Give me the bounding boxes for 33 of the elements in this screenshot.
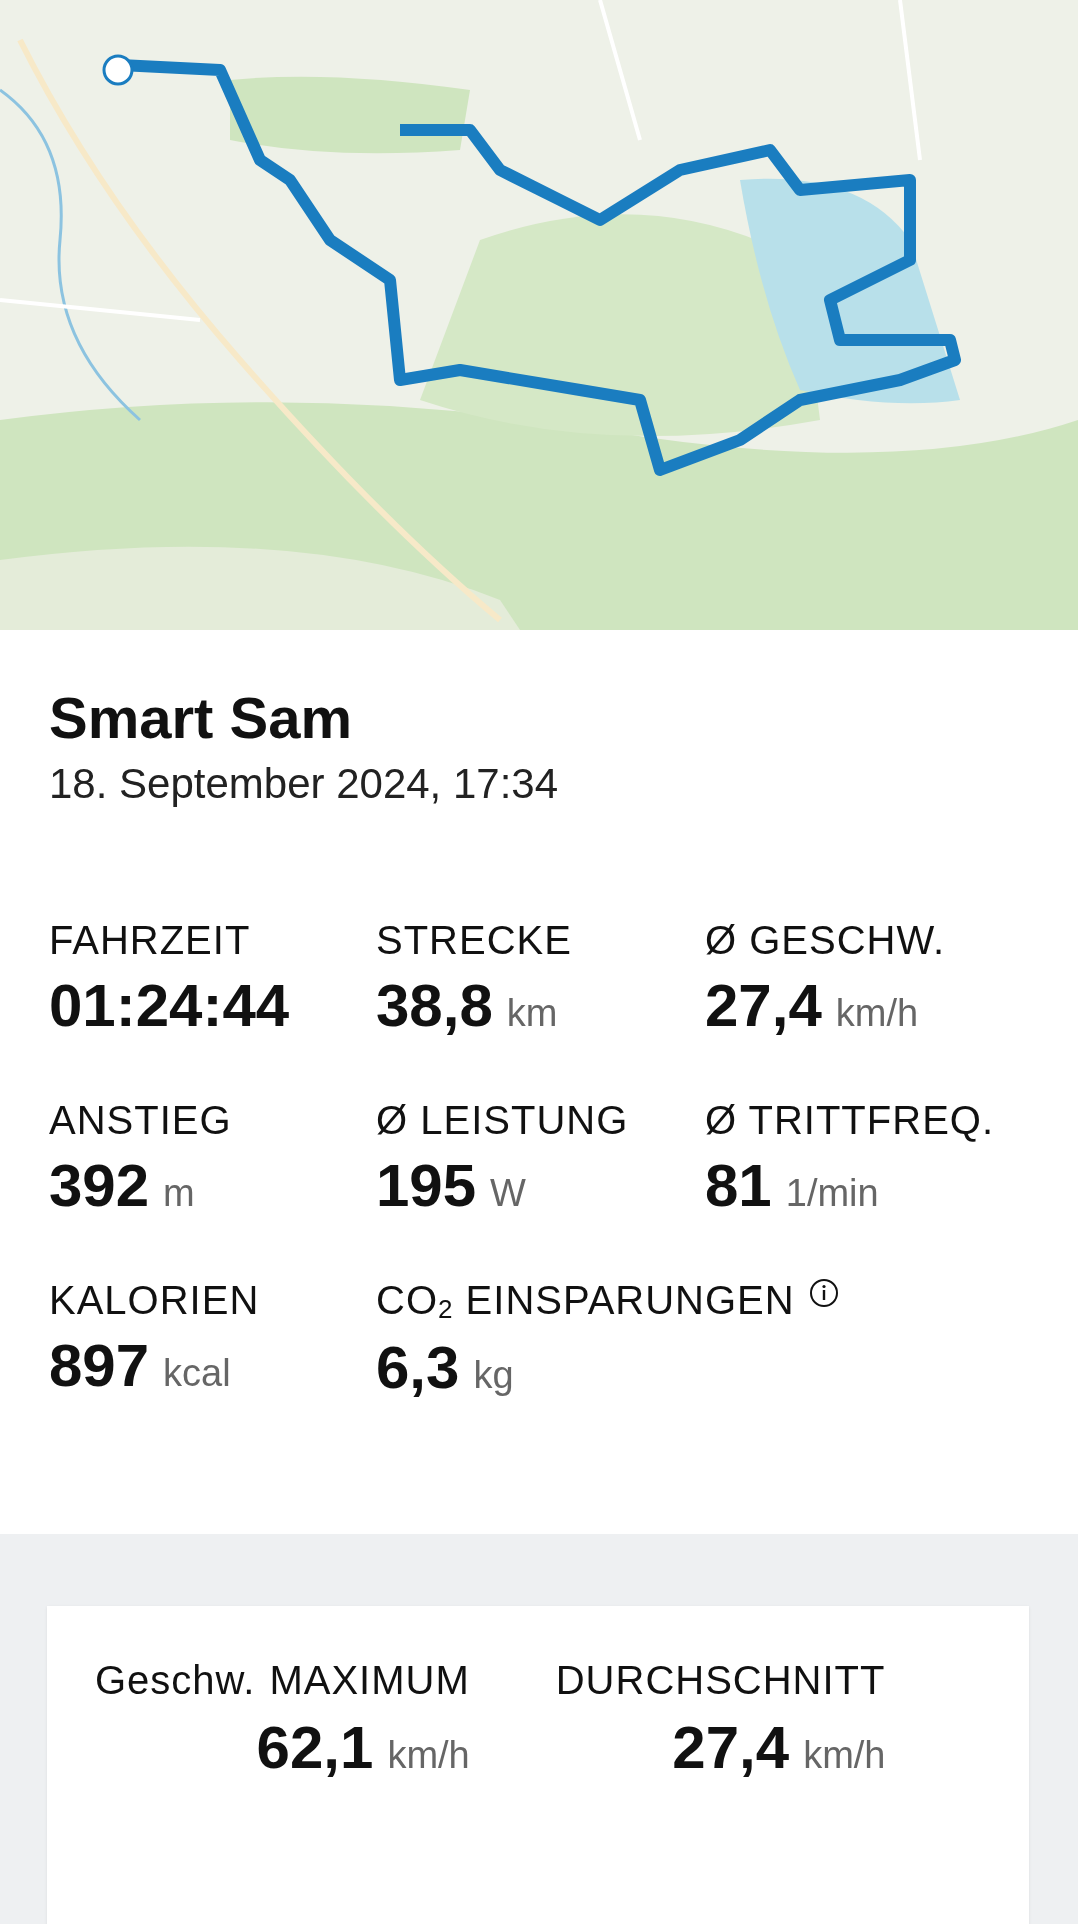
speed-value: 62,1 (256, 1713, 374, 1782)
stat-label: Ø TRITTFREQ. (705, 1097, 995, 1143)
speed-label: DURCHSCHNITT (555, 1658, 886, 1703)
stat-value: 392 (49, 1150, 150, 1220)
stat-label: CO$_{2}$ EINSPARUNGEN (376, 1277, 795, 1325)
stat-value: 01:24:44 (49, 970, 290, 1040)
stat-value: 195 (376, 1150, 477, 1220)
stat-unit: m (163, 1171, 195, 1215)
ride-date: 18. September 2024, 17:34 (49, 759, 560, 808)
stat-label: Ø GESCHW. (705, 917, 946, 963)
stat-label: Ø LEISTUNG (376, 1097, 629, 1143)
stat-unit: W (490, 1171, 526, 1215)
info-icon[interactable] (808, 1277, 839, 1308)
stat-label: STRECKE (376, 917, 572, 963)
stat-unit: km/h (835, 991, 919, 1035)
stat-label: ANSTIEG (49, 1097, 232, 1143)
stat-unit: kcal (163, 1351, 231, 1395)
card-title: Geschw. (95, 1658, 256, 1703)
stat-label: FAHRZEIT (49, 917, 251, 963)
ride-title: Smart Sam (49, 686, 354, 750)
stat-value: 897 (49, 1330, 150, 1400)
stat-unit: km (506, 991, 558, 1035)
speed-unit: km/h (387, 1734, 470, 1777)
stat-unit: 1/min (785, 1171, 879, 1215)
stat-value: 27,4 (705, 970, 822, 1040)
speed-unit: km/h (803, 1734, 886, 1777)
stat-label: KALORIEN (49, 1277, 260, 1323)
speed-label: MAXIMUM (269, 1658, 470, 1703)
stat-value: 6,3 (376, 1332, 460, 1402)
stat-value: 38,8 (376, 970, 493, 1040)
stat-value: 81 (705, 1150, 772, 1220)
speed-value: 27,4 (672, 1713, 790, 1782)
stat-unit: kg (473, 1353, 514, 1397)
